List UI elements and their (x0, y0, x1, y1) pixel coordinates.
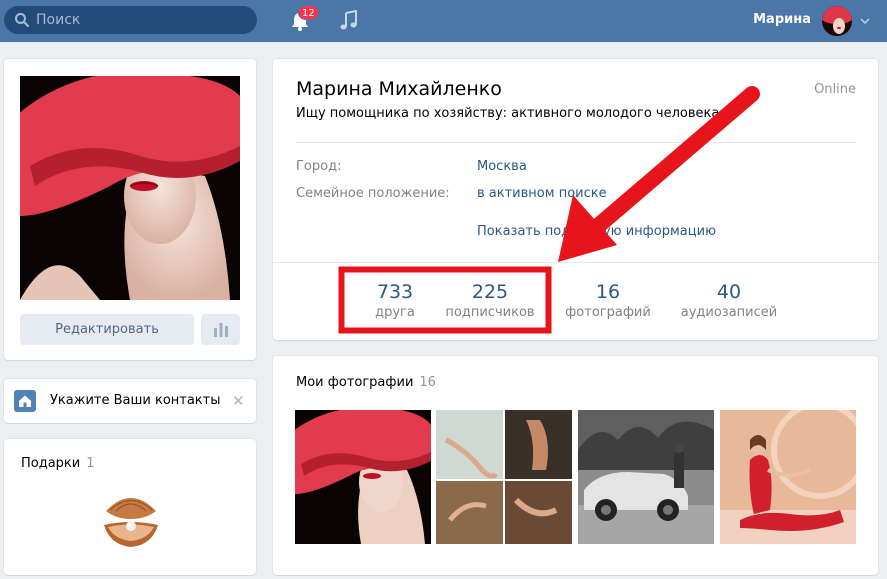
close-icon[interactable]: ✕ (232, 392, 245, 410)
search-input[interactable] (36, 6, 251, 34)
profile-photo-card: Редактировать (4, 59, 256, 360)
home-icon (14, 390, 36, 412)
photos-title-label: Мои фотографии (296, 375, 414, 390)
photos-count: 16 (419, 375, 436, 390)
gifts-title-label: Подарки (21, 456, 81, 471)
city-label: Город: (296, 159, 342, 174)
counter-value: 733 (376, 281, 414, 303)
user-name[interactable]: Марина (753, 12, 811, 27)
photos-title[interactable]: Мои фотографии 16 (296, 375, 436, 390)
search-icon (15, 13, 29, 27)
counter-value: 225 (471, 281, 509, 303)
counter-label: фотографий (565, 305, 651, 320)
divider (273, 262, 878, 263)
user-avatar[interactable] (822, 6, 852, 36)
counter-photos[interactable]: 16 фотографий (553, 281, 663, 320)
show-more-link[interactable]: Показать подробную информацию (477, 224, 716, 239)
contacts-prompt-label[interactable]: Укажите Ваши контакты (50, 393, 221, 408)
photo-thumbnail[interactable] (436, 410, 572, 544)
gifts-title[interactable]: Подарки 1 (21, 456, 95, 471)
counter-followers[interactable]: 225 подписчиков (435, 281, 545, 320)
edit-profile-button[interactable]: Редактировать (20, 314, 194, 345)
gifts-count: 1 (86, 456, 95, 471)
relationship-value[interactable]: в активном поиске (477, 186, 607, 201)
counter-friends[interactable]: 733 друга (340, 281, 450, 320)
online-status: Online (814, 82, 856, 97)
contacts-prompt-card[interactable]: Укажите Ваши контакты ✕ (4, 379, 256, 423)
search-box[interactable] (4, 6, 257, 34)
chevron-down-icon[interactable] (860, 17, 870, 25)
counter-label: подписчиков (445, 305, 535, 320)
profile-photo[interactable] (20, 76, 240, 300)
counter-value: 40 (716, 281, 742, 303)
counter-label: аудиозаписей (680, 305, 778, 320)
music-icon[interactable] (339, 10, 359, 32)
profile-status[interactable]: Ищу помощника по хозяйству: активного мо… (296, 106, 719, 121)
gifts-card: Подарки 1 (4, 439, 256, 575)
profile-info-card: Марина Михайленко Ищу помощника по хозяй… (273, 59, 878, 340)
relationship-label: Семейное положение: (296, 186, 450, 201)
stats-button[interactable] (201, 314, 240, 345)
photos-card: Мои фотографии 16 (273, 356, 878, 575)
profile-name: Марина Михайленко (296, 78, 502, 100)
photo-thumbnail[interactable] (295, 410, 431, 544)
counter-value: 16 (595, 281, 621, 303)
photo-thumbnail[interactable] (578, 410, 714, 544)
notifications-badge: 12 (298, 5, 319, 20)
divider (296, 142, 856, 143)
photo-thumbnail[interactable] (720, 410, 856, 544)
stats-icon (214, 323, 228, 337)
city-value[interactable]: Москва (477, 159, 527, 174)
counter-audio[interactable]: 40 аудиозаписей (674, 281, 784, 320)
top-bar: 12 Марина (0, 0, 887, 42)
shell-gift-icon[interactable] (100, 489, 162, 551)
counter-label: друга (375, 305, 415, 320)
